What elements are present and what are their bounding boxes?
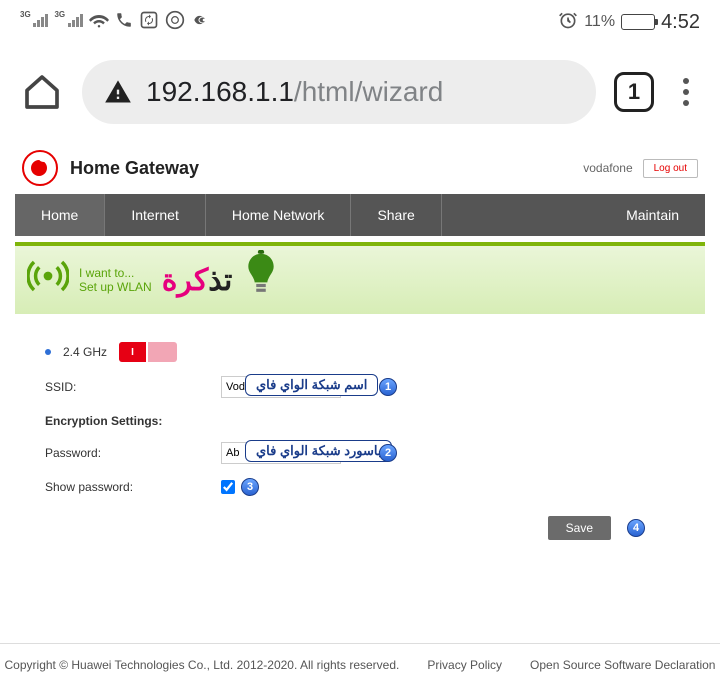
show-password-row: Show password: 3 (45, 478, 675, 496)
wlan-toggle[interactable]: I (119, 342, 177, 362)
privacy-link[interactable]: Privacy Policy (427, 658, 502, 672)
step-badge-3: 3 (241, 478, 259, 496)
vodafone-logo (22, 150, 58, 186)
overlay-watermark: تذكرة (162, 263, 233, 298)
encryption-heading: Encryption Settings: (45, 414, 675, 428)
footer: Copyright © Huawei Technologies Co., Ltd… (0, 643, 720, 686)
save-row: Save 4 (45, 516, 675, 540)
router-header: Home Gateway vodafone Log out (0, 140, 720, 194)
home-icon[interactable] (20, 70, 64, 114)
step-badge-1: 1 (379, 378, 397, 396)
phone-icon (115, 11, 133, 34)
wizard-banner: I want to... Set up WLAN تذكرة (15, 242, 705, 314)
ssid-input-wrap: اسم شبكة الواي فاي 1 (221, 376, 341, 398)
status-left: 3G 3G (20, 10, 211, 35)
tab-home[interactable]: Home (15, 194, 105, 236)
save-button[interactable]: Save (548, 516, 611, 540)
omnibox[interactable]: 192.168.1.1/html/wizard (82, 60, 596, 124)
password-row: Password: باسورد شبكة الواي فاي 2 (45, 442, 675, 464)
router-page: Home Gateway vodafone Log out Home Inter… (0, 140, 720, 558)
tab-switcher[interactable]: 1 (614, 72, 654, 112)
battery-icon (621, 14, 655, 30)
annotation-password: باسورد شبكة الواي فاي (245, 440, 392, 462)
oss-link[interactable]: Open Source Software Declaration (530, 658, 715, 672)
signal-2: 3G (54, 14, 82, 30)
clock: 4:52 (661, 11, 700, 34)
swirl-icon (191, 10, 211, 35)
overflow-menu-icon[interactable] (672, 78, 700, 106)
show-password-wrap: 3 (221, 478, 259, 496)
tab-home-network[interactable]: Home Network (206, 194, 352, 236)
signal-1: 3G (20, 14, 48, 30)
show-password-label: Show password: (45, 480, 221, 494)
username: vodafone (583, 161, 632, 175)
logout-button[interactable]: Log out (643, 159, 698, 178)
nav-spacer (442, 194, 600, 236)
wizard-caption: I want to... Set up WLAN (79, 266, 152, 294)
bullet-icon (45, 349, 51, 355)
alarm-icon (558, 10, 578, 35)
show-password-checkbox[interactable] (221, 480, 235, 494)
freq-label: 2.4 GHz (63, 345, 107, 359)
bulb-icon (242, 250, 280, 311)
password-input-wrap: باسورد شبكة الواي فاي 2 (221, 442, 341, 464)
android-status-bar: 3G 3G 11% 4:52 (0, 0, 720, 44)
step-badge-2: 2 (379, 444, 397, 462)
browser-toolbar: 192.168.1.1/html/wizard 1 (0, 44, 720, 140)
ssid-label: SSID: (45, 380, 221, 394)
password-label: Password: (45, 446, 221, 460)
tab-maintain[interactable]: Maintain (600, 194, 705, 236)
ssid-row: SSID: اسم شبكة الواي فاي 1 (45, 376, 675, 398)
url-text: 192.168.1.1/html/wizard (146, 76, 443, 108)
battery-percent: 11% (584, 13, 615, 31)
main-nav: Home Internet Home Network Share Maintai… (15, 194, 705, 236)
sync-icon (139, 10, 159, 35)
antenna-icon (27, 255, 69, 305)
freq-row: 2.4 GHz I (45, 342, 675, 362)
status-right: 11% 4:52 (558, 10, 700, 35)
insecure-icon (104, 78, 132, 106)
page-title: Home Gateway (70, 158, 199, 179)
tab-internet[interactable]: Internet (105, 194, 205, 236)
wifi-icon (89, 10, 109, 35)
brand: Home Gateway (22, 150, 199, 186)
chrome-icon (165, 10, 185, 35)
copyright: Copyright © Huawei Technologies Co., Ltd… (5, 658, 400, 672)
user-area: vodafone Log out (583, 159, 698, 178)
wlan-form: 2.4 GHz I SSID: اسم شبكة الواي فاي 1 Enc… (15, 324, 705, 558)
annotation-ssid: اسم شبكة الواي فاي (245, 374, 378, 396)
tab-share[interactable]: Share (351, 194, 441, 236)
step-badge-4: 4 (627, 519, 645, 537)
